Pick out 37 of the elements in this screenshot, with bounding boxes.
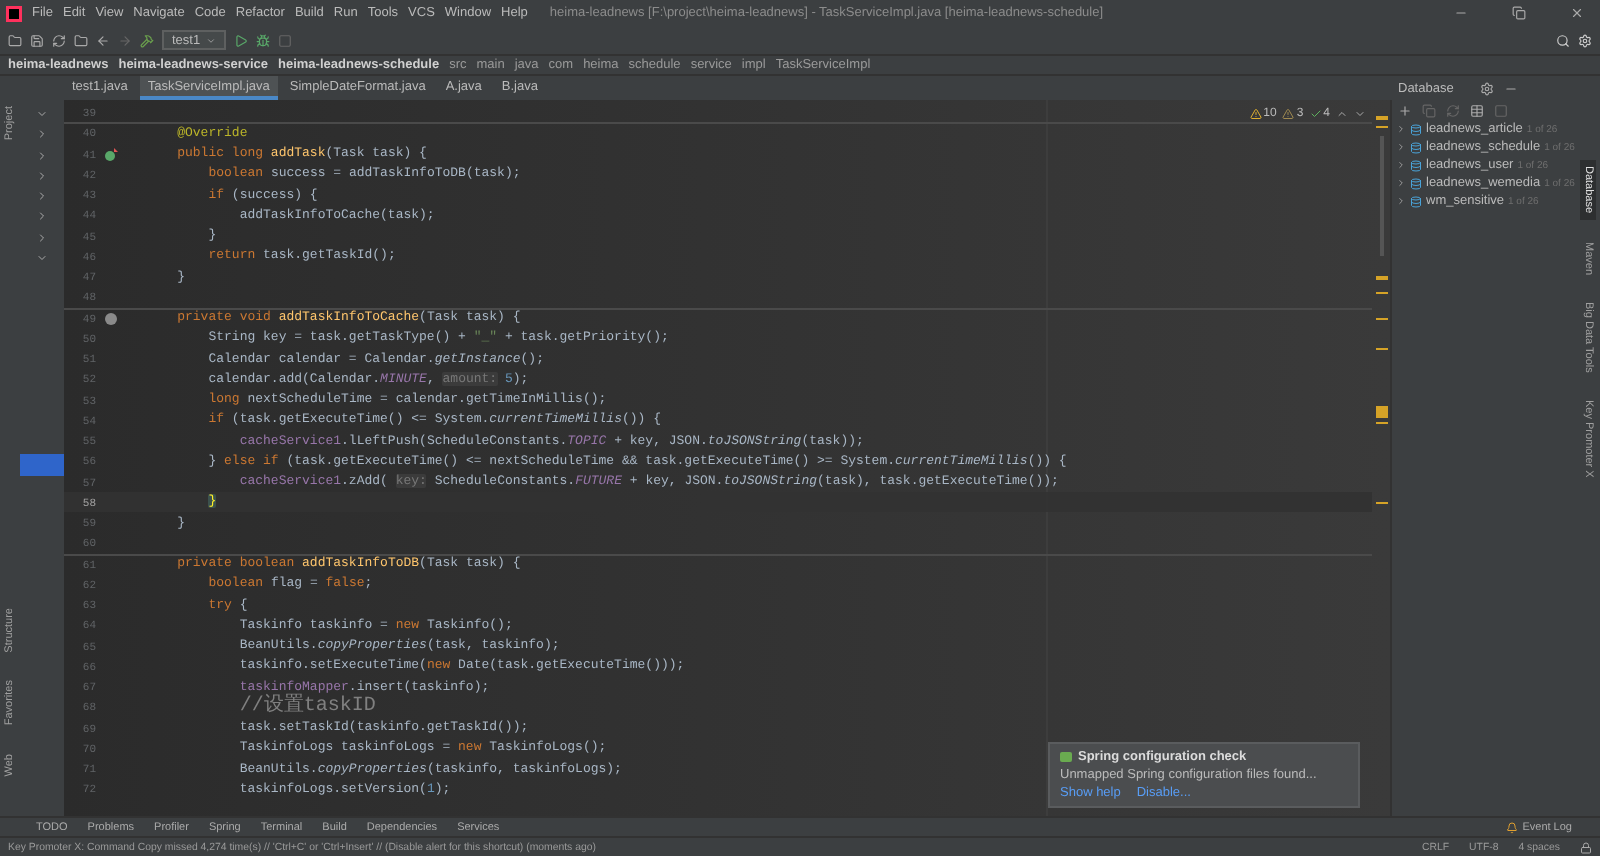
search-icon[interactable] (1556, 33, 1570, 47)
bell-icon[interactable] (1506, 821, 1519, 833)
debug-icon[interactable] (256, 33, 271, 47)
warning-icon[interactable] (1282, 108, 1295, 120)
schema-icon[interactable] (1410, 141, 1422, 153)
refresh-icon[interactable] (52, 33, 66, 47)
app-logo-icon (6, 5, 22, 21)
refresh-icon[interactable] (1446, 103, 1460, 117)
caret-icon[interactable] (206, 35, 217, 45)
forward-arrow-icon[interactable] (118, 33, 132, 47)
copy-icon[interactable] (1422, 103, 1436, 117)
schema-icon[interactable] (1410, 159, 1422, 171)
back-arrow-icon[interactable] (96, 33, 110, 47)
add-icon[interactable] (1398, 103, 1412, 117)
warning-icon[interactable] (1249, 108, 1262, 120)
schema-icon[interactable] (1410, 123, 1422, 135)
chevron-down-icon[interactable] (36, 251, 48, 264)
lock-icon[interactable] (1580, 841, 1592, 853)
chevron-down-icon[interactable] (1354, 108, 1366, 120)
code-line: //设置taskID (237, 697, 376, 719)
save-icon[interactable] (30, 33, 44, 47)
hammer-icon[interactable] (140, 33, 154, 47)
settings-icon[interactable] (1578, 33, 1592, 47)
restore-icon[interactable] (1511, 6, 1525, 20)
close-icon[interactable] (1569, 6, 1583, 20)
folder-icon[interactable] (8, 33, 22, 47)
minimize-icon[interactable] (1453, 6, 1467, 20)
folder-icon[interactable] (74, 33, 88, 47)
check-icon[interactable] (1309, 108, 1322, 120)
chevron-up-icon[interactable] (1336, 108, 1348, 120)
schema-icon[interactable] (1410, 177, 1422, 189)
run-icon[interactable] (234, 33, 249, 47)
implements-icon[interactable] (104, 147, 118, 162)
schema-icon[interactable] (1410, 195, 1422, 207)
chevron-down-icon[interactable] (36, 108, 48, 121)
settings-icon[interactable] (1479, 81, 1494, 95)
gutter-marker-icon[interactable] (104, 311, 118, 326)
